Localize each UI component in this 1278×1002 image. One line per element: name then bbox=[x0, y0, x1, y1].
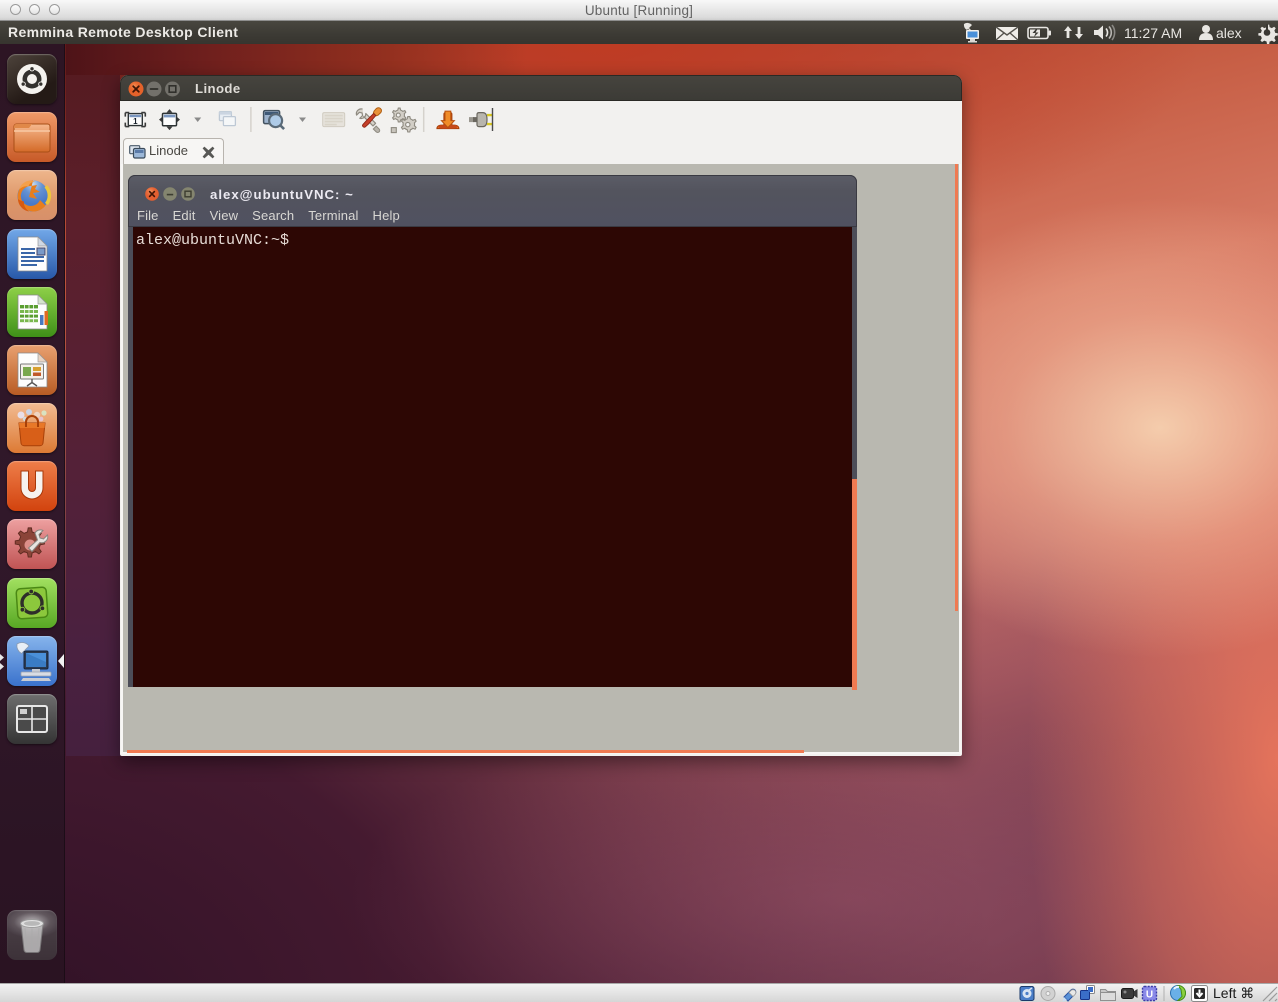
svg-text:1: 1 bbox=[133, 117, 138, 126]
svg-text:U: U bbox=[1146, 990, 1153, 1001]
